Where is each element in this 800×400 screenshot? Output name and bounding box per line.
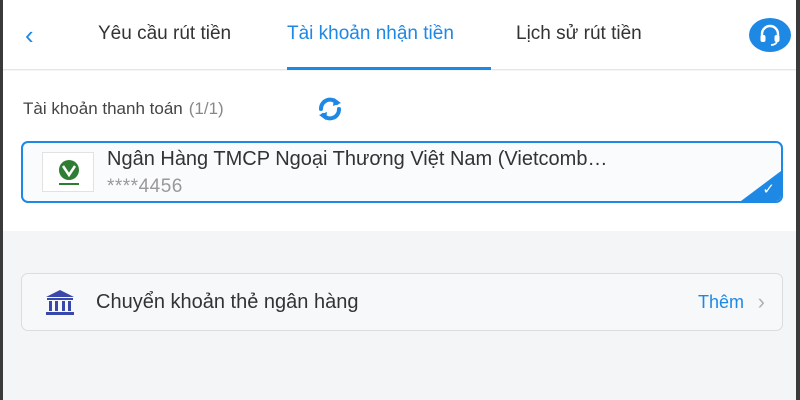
headset-icon xyxy=(760,24,780,46)
section-title: Tài khoản thanh toán xyxy=(23,99,183,118)
chevron-right-icon: › xyxy=(757,289,765,314)
payment-account-section: Tài khoản thanh toán (1/1) Ngân Hàng TMCP… xyxy=(3,71,796,231)
check-icon: ✓ xyxy=(762,181,775,198)
active-tab-indicator xyxy=(287,67,491,70)
add-link[interactable]: Thêm xyxy=(698,292,744,313)
tab-withdraw-history[interactable]: Lịch sử rút tiền xyxy=(516,22,642,46)
back-button[interactable]: ‹ xyxy=(25,20,51,50)
refresh-icon xyxy=(319,97,341,121)
window-frame-right xyxy=(796,0,800,400)
vietcombank-logo-icon xyxy=(42,152,94,192)
transfer-option-label: Chuyển khoản thẻ ngân hàng xyxy=(96,291,359,313)
top-nav-bar: ‹ Yêu cầu rút tiền Tài khoản nhận tiền L… xyxy=(3,0,796,70)
account-number: ****4456 xyxy=(107,176,183,197)
support-button[interactable] xyxy=(749,18,791,52)
bank-icon xyxy=(46,290,74,315)
bank-account-card[interactable]: Ngân Hàng TMCP Ngoại Thương Việt Nam (Vi… xyxy=(21,141,783,203)
tab-withdraw-request[interactable]: Yêu cầu rút tiền xyxy=(98,22,231,46)
selected-badge xyxy=(741,171,781,201)
tab-receiving-account[interactable]: Tài khoản nhận tiền xyxy=(287,22,454,46)
bank-name: Ngân Hàng TMCP Ngoại Thương Việt Nam (Vi… xyxy=(107,148,608,170)
account-count: (1/1) xyxy=(188,99,224,118)
refresh-button[interactable] xyxy=(315,96,345,122)
chevron-left-icon: ‹ xyxy=(25,20,34,50)
section-label: Tài khoản thanh toán (1/1) xyxy=(23,99,224,119)
bank-card-transfer-option[interactable]: Chuyển khoản thẻ ngân hàng Thêm › xyxy=(21,273,783,331)
